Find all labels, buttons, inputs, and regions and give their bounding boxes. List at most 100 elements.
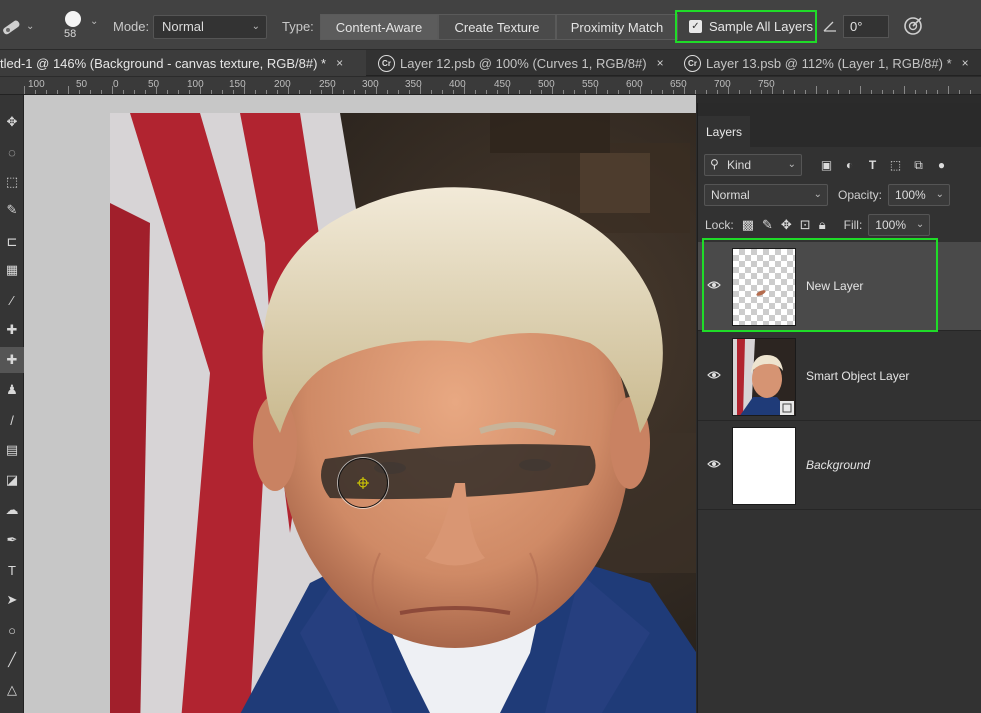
eraser-tool-icon[interactable]: ◪ — [0, 467, 24, 493]
tab-layers[interactable]: Layers — [698, 116, 750, 147]
pressure-brush-icon[interactable] — [903, 16, 923, 36]
move-tool-icon[interactable]: ✥ — [0, 109, 24, 135]
type-proximity-match-button[interactable]: Proximity Match — [556, 14, 678, 40]
quick-selection-tool-icon[interactable]: ✎ — [0, 197, 24, 223]
angle-input[interactable]: 0° — [843, 15, 889, 38]
eye-icon[interactable] — [707, 368, 721, 382]
object-selection-tool-icon[interactable]: ⬚ — [0, 169, 24, 195]
opacity-input[interactable]: 100% ⌄ — [888, 184, 951, 206]
ruler-tick — [717, 90, 718, 94]
crosshair-icon — [357, 477, 369, 489]
ruler-tick — [915, 90, 916, 94]
gradient-tool-icon[interactable]: ▤ — [0, 437, 24, 463]
document-canvas-photo[interactable] — [110, 113, 696, 713]
close-icon[interactable]: × — [336, 56, 343, 70]
triangle-tool-icon[interactable]: △ — [0, 677, 24, 703]
type-create-texture-button[interactable]: Create Texture — [438, 14, 556, 40]
selection-highlight-outline — [702, 238, 938, 332]
mode-dropdown[interactable]: Normal ⌄ — [153, 15, 267, 39]
doc-tab-label: Layer 13.psb @ 112% (Layer 1, RGB/8#) * — [706, 55, 952, 71]
smart-object-filter-icon[interactable]: ⧉ — [910, 157, 927, 174]
ruler-tick — [178, 90, 179, 94]
frame-tool-icon[interactable]: ▦ — [0, 257, 24, 283]
ruler-tick — [574, 90, 575, 94]
lock-position-icon[interactable]: ✥ — [781, 217, 792, 233]
pen-tool-icon[interactable]: ✒ — [0, 527, 24, 553]
ruler-tick — [530, 90, 531, 94]
ruler-tick — [640, 86, 641, 94]
layer-row-smart-object[interactable]: Smart Object Layer — [698, 332, 981, 421]
spot-healing-brush-tool-icon[interactable]: ✚ — [0, 347, 24, 373]
shape-layer-filter-icon[interactable]: ⬚ — [887, 157, 904, 174]
brush-tool-icon[interactable]: / — [0, 407, 24, 433]
ruler-corner — [0, 77, 24, 95]
ruler-tick — [255, 90, 256, 94]
portrait-photo — [110, 113, 696, 713]
ruler-tick — [343, 90, 344, 94]
ruler-tick — [772, 86, 773, 94]
ruler-tick — [750, 90, 751, 94]
ruler-tick — [563, 90, 564, 94]
line-tool-icon[interactable]: ╱ — [0, 647, 24, 673]
brush-size-picker[interactable]: 58 ⌄ — [56, 6, 102, 46]
layer-row-background[interactable]: Background — [698, 421, 981, 510]
ruler-tick — [893, 90, 894, 94]
doc-tab-untitled[interactable]: tled-1 @ 146% (Background - canvas textu… — [0, 50, 366, 76]
ruler-tick — [552, 86, 553, 94]
sample-all-layers-toggle[interactable]: ✓ Sample All Layers — [675, 10, 817, 43]
chevron-down-icon: ⌄ — [251, 21, 260, 32]
angle-icon — [823, 21, 836, 32]
type-content-aware-button[interactable]: Content-Aware — [320, 14, 438, 40]
blend-row: Normal ⌄ Opacity: 100% ⌄ — [704, 184, 981, 206]
lasso-tool-icon[interactable]: ◌ — [0, 139, 24, 165]
chevron-down-icon: ⌄ — [787, 159, 796, 170]
tool-preset-picker[interactable]: ⌄ — [0, 14, 48, 38]
lock-image-pixels-icon[interactable]: ✎ — [762, 217, 773, 233]
doc-tab-layer-12[interactable]: Cr Layer 12.psb @ 100% (Curves 1, RGB/8#… — [378, 50, 676, 76]
type-tool-icon[interactable]: T — [0, 557, 24, 583]
blend-mode-dropdown[interactable]: Normal ⌄ — [704, 184, 828, 206]
ruler-tick — [541, 90, 542, 94]
eyedropper-tool-icon[interactable]: ⁄ — [0, 287, 24, 313]
healing-brush-tool-icon[interactable]: ✚ — [0, 317, 24, 343]
ruler-tick — [728, 86, 729, 94]
chevron-down-icon: ⌄ — [915, 219, 925, 230]
ruler-label: 50 — [76, 79, 88, 90]
ruler-tick — [695, 90, 696, 94]
ruler-tick — [970, 90, 971, 94]
brush-tip-icon — [65, 11, 81, 27]
eye-icon[interactable] — [707, 457, 721, 471]
ruler-tick — [123, 90, 124, 94]
ruler-label: 100 — [187, 79, 204, 90]
ruler-label: 250 — [319, 79, 336, 90]
doc-tab-layer-13[interactable]: Cr Layer 13.psb @ 112% (Layer 1, RGB/8#)… — [684, 50, 981, 76]
brush-size-value: 58 — [64, 28, 77, 40]
type-layer-filter-icon[interactable]: T — [864, 157, 881, 174]
ruler-tick — [442, 90, 443, 94]
close-icon[interactable]: × — [962, 56, 969, 70]
clone-stamp-tool-icon[interactable]: ♟ — [0, 377, 24, 403]
tools-panel: ✥ ◌ ⬚ ✎ ⊏ ▦ ⁄ ✚ ✚ ♟ / ▤ ◪ ☁ ✒ T ➤ ○ ╱ △ — [0, 95, 24, 713]
lock-artboard-icon[interactable]: ⊡ — [800, 217, 811, 233]
spot-healing-brush-icon — [3, 20, 20, 35]
ruler-tick — [783, 90, 784, 94]
close-icon[interactable]: × — [657, 56, 664, 70]
lock-transparent-pixels-icon[interactable]: ▩ — [742, 217, 754, 233]
ruler-tick — [189, 90, 190, 94]
horizontal-ruler[interactable]: 100 50 0 50 100 150 200 250 300 350 400 … — [24, 77, 981, 95]
mode-value: Normal — [162, 19, 204, 34]
sample-all-layers-label: Sample All Layers — [709, 19, 814, 34]
ellipse-tool-icon[interactable]: ○ — [0, 617, 24, 643]
fill-input[interactable]: 100% ⌄ — [868, 214, 931, 236]
adjustment-layer-filter-icon[interactable]: ◐ — [841, 157, 858, 174]
filter-kind-dropdown[interactable]: ⚲ Kind ⌄ — [704, 154, 802, 176]
filter-toggle-icon[interactable]: ● — [933, 157, 950, 174]
crop-tool-icon[interactable]: ⊏ — [0, 229, 24, 255]
pixel-layer-filter-icon[interactable]: ▣ — [818, 157, 835, 174]
smudge-tool-icon[interactable]: ☁ — [0, 497, 24, 523]
path-selection-tool-icon[interactable]: ➤ — [0, 587, 24, 613]
canvas-area[interactable] — [24, 95, 696, 713]
lock-all-icon[interactable]: 🔒︎ — [819, 217, 826, 233]
sample-all-layers-checkbox[interactable]: ✓ — [689, 20, 702, 33]
ruler-tick — [112, 86, 113, 94]
